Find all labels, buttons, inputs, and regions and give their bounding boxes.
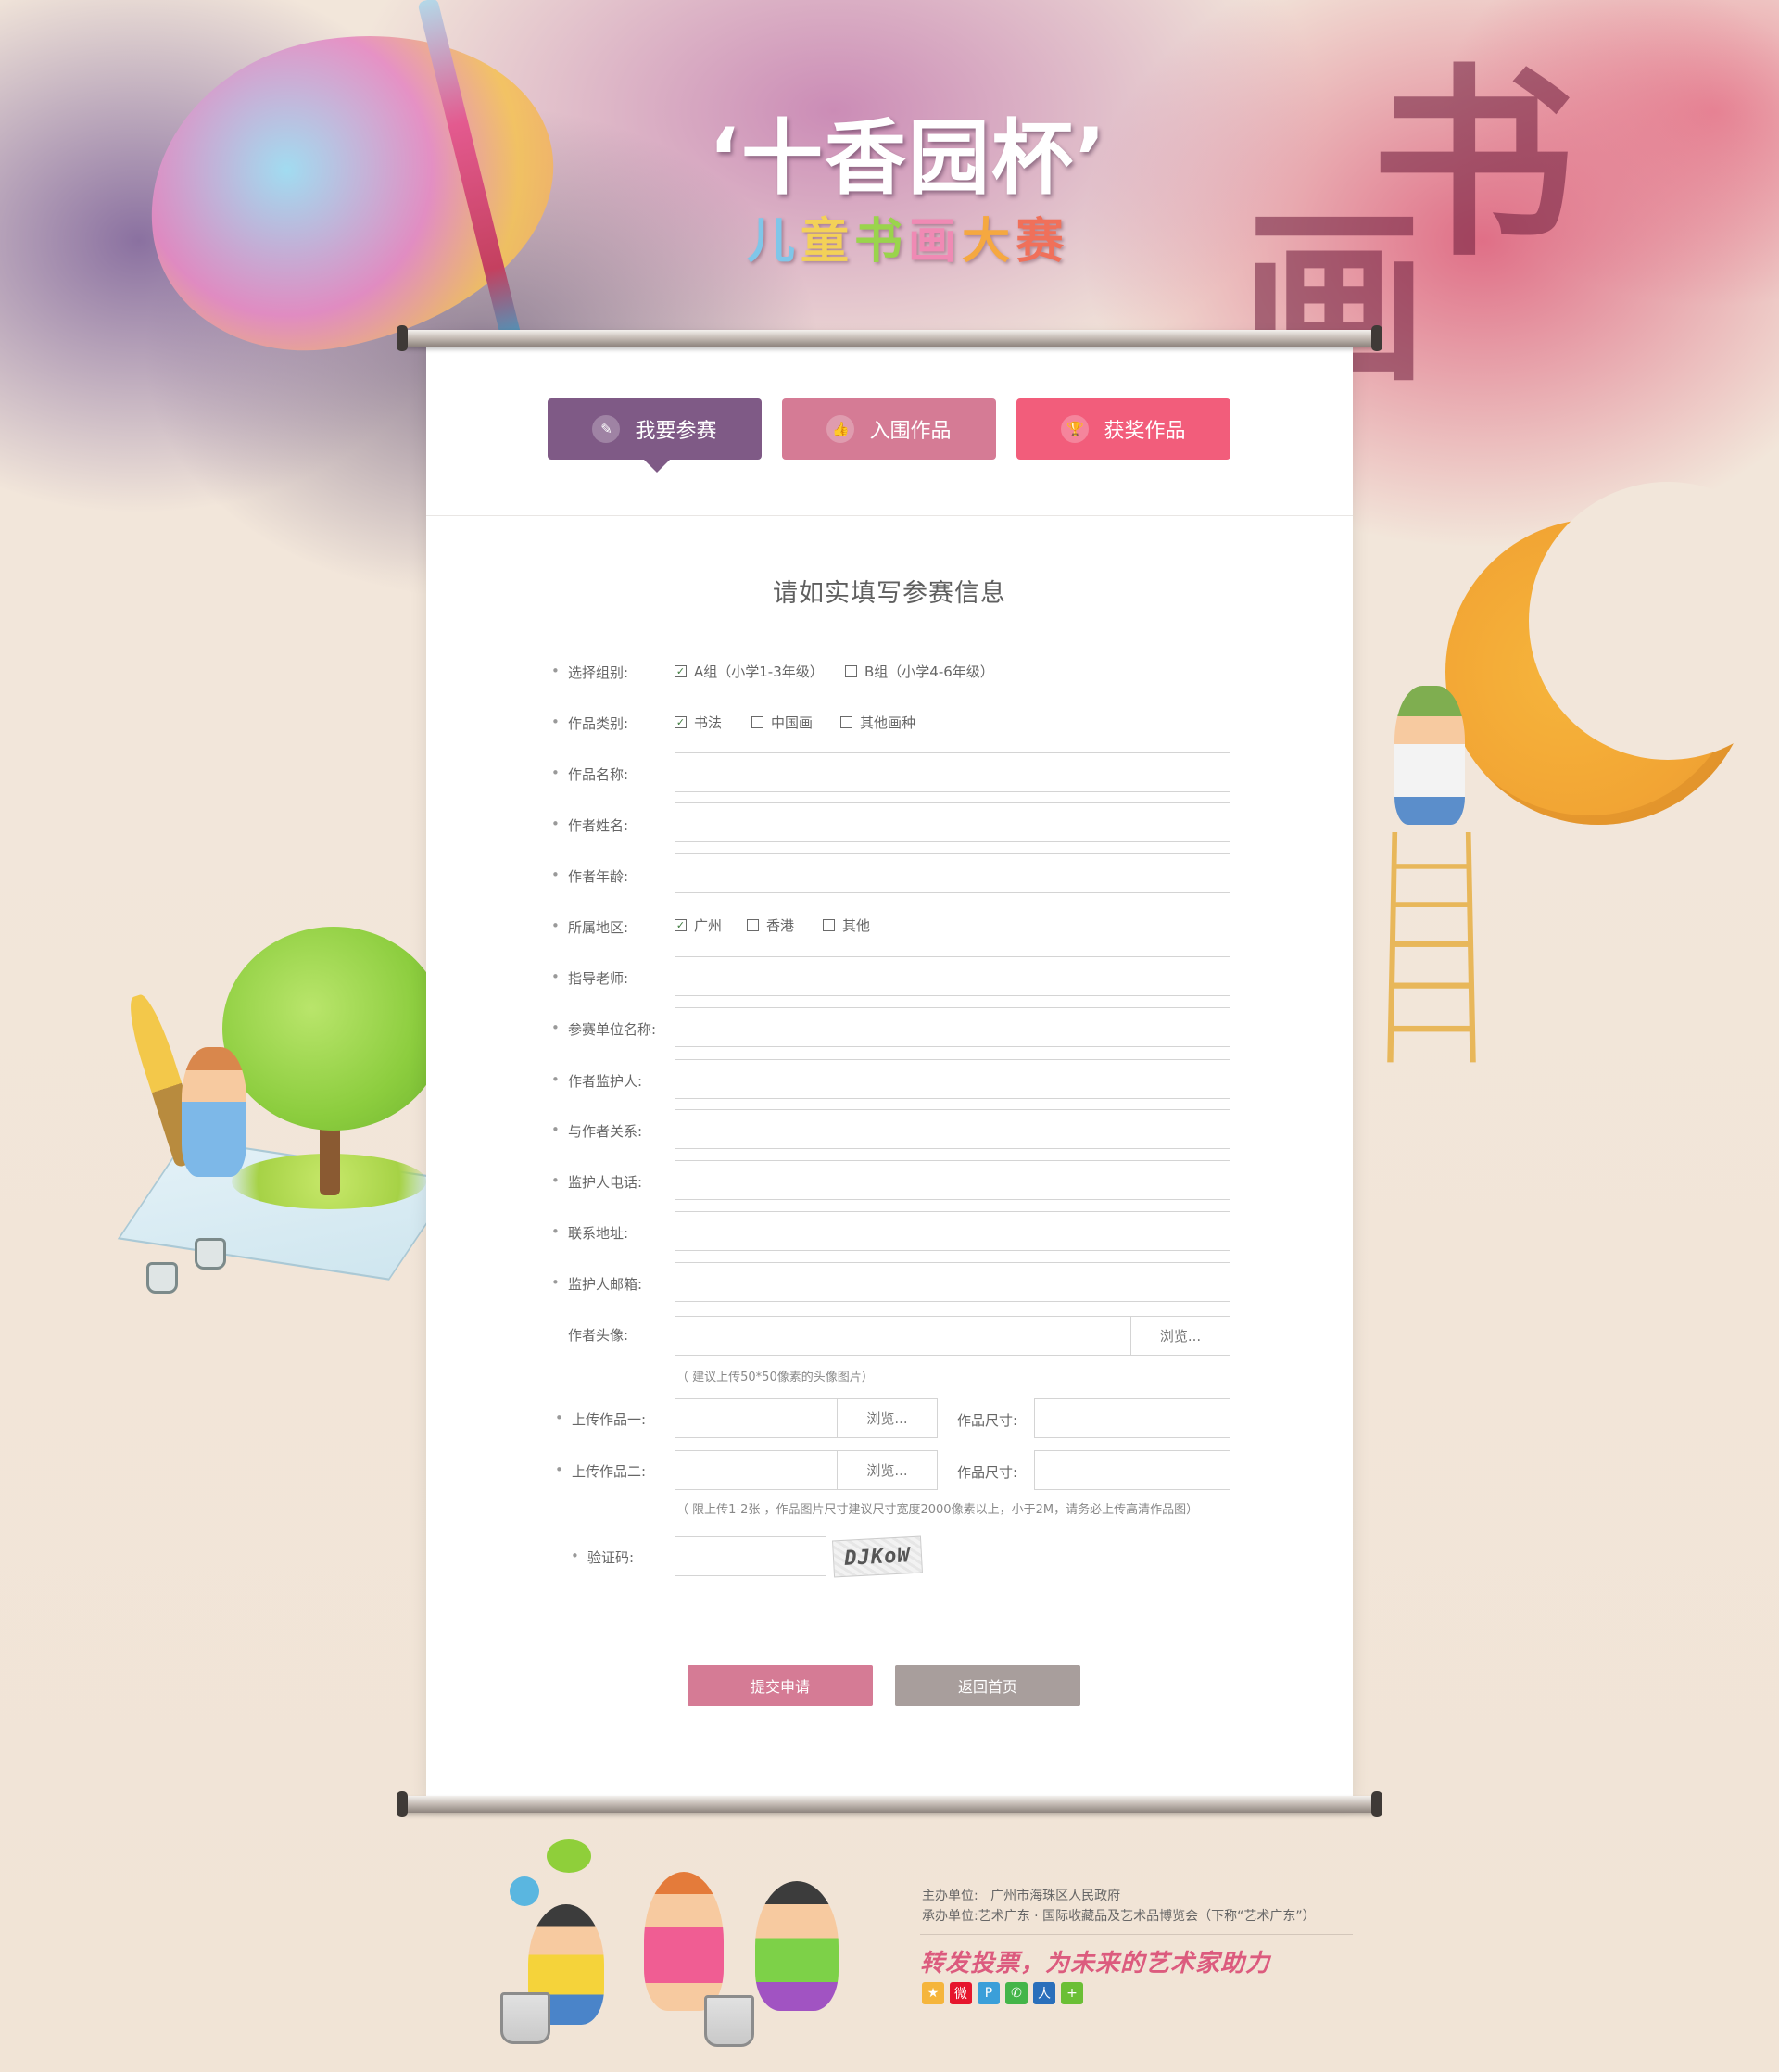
teacher-label: 指导老师:: [551, 968, 628, 988]
guardian-phone-input[interactable]: [675, 1160, 1230, 1200]
qzone-icon[interactable]: ★: [922, 1982, 944, 2004]
guardian-phone-label: 监护人电话:: [551, 1172, 642, 1192]
upload2-size-label: 作品尺寸:: [957, 1464, 1018, 1481]
child-painter-illustration: [1394, 686, 1465, 825]
work-name-input[interactable]: [675, 752, 1230, 792]
host-unit: 主办单位: 广州市海珠区人民政府: [922, 1889, 1121, 1903]
unit-label: 参赛单位名称:: [551, 1019, 656, 1039]
submit-button[interactable]: 提交申请: [688, 1665, 873, 1706]
category-option-calligraphy[interactable]: ✓ 书法: [675, 713, 722, 732]
thumbs-up-icon: 👍: [826, 415, 855, 443]
upload-hint: （ 限上传1-2张 ，作品图片尺寸建议尺寸宽度2000像素以上，小于2M，请务必…: [676, 1503, 1199, 1517]
avatar-label: 作者头像:: [568, 1327, 629, 1344]
relation-input[interactable]: [675, 1109, 1230, 1149]
wechat-icon[interactable]: ✆: [1005, 1982, 1028, 2004]
guardian-input[interactable]: [675, 1059, 1230, 1099]
brush-icon: ✎: [592, 415, 621, 443]
upload1-browse-button[interactable]: 浏览...: [837, 1398, 938, 1438]
author-name-label: 作者姓名:: [551, 815, 628, 835]
weibo-icon[interactable]: 微: [950, 1982, 972, 2004]
paint-can-illustration: [195, 1238, 226, 1270]
unit-input[interactable]: [675, 1007, 1230, 1047]
captcha-label: 验证码:: [571, 1548, 634, 1567]
share-icons: ★ 微 P ✆ 人 +: [922, 1982, 1083, 2004]
guardian-label: 作者监护人:: [551, 1071, 642, 1091]
more-share-icon[interactable]: +: [1061, 1982, 1083, 2004]
avatar-hint: （ 建议上传50*50像素的头像图片）: [676, 1371, 874, 1384]
ladder-illustration: [1387, 832, 1476, 1063]
upload1-size-label: 作品尺寸:: [957, 1412, 1018, 1429]
back-home-button[interactable]: 返回首页: [895, 1665, 1080, 1706]
category-option-chinese-painting[interactable]: 中国画: [751, 713, 813, 732]
guardian-email-input[interactable]: [675, 1262, 1230, 1302]
group-label: 选择组别:: [551, 663, 628, 682]
address-label: 联系地址:: [551, 1223, 628, 1243]
upload1-size-input[interactable]: [1034, 1398, 1230, 1438]
tab-shortlisted-works[interactable]: 👍 入围作品: [782, 398, 996, 460]
active-tab-pointer: [644, 460, 670, 473]
upload2-label: 上传作品二:: [555, 1461, 646, 1481]
guardian-email-label: 监护人邮箱:: [551, 1274, 642, 1294]
trophy-icon: 🏆: [1061, 415, 1090, 443]
group-option-a[interactable]: ✓ A组（小学1-3年级）: [675, 662, 824, 681]
upload1-file-path[interactable]: [675, 1398, 838, 1438]
divider: [426, 515, 1353, 516]
upload2-size-input[interactable]: [1034, 1450, 1230, 1490]
group-option-b[interactable]: B组（小学4-6年级）: [845, 662, 994, 681]
author-name-input[interactable]: [675, 802, 1230, 842]
work-name-label: 作品名称:: [551, 764, 628, 784]
author-age-input[interactable]: [675, 853, 1230, 893]
upload2-file-path[interactable]: [675, 1450, 838, 1490]
event-title: ‘十香园杯’: [708, 110, 1108, 206]
teacher-input[interactable]: [675, 956, 1230, 996]
checkbox[interactable]: [823, 919, 835, 931]
tencent-weibo-icon[interactable]: P: [978, 1982, 1000, 2004]
paint-can-illustration: [146, 1262, 178, 1294]
share-slogan: 转发投票，为未来的艺术家助力: [920, 1950, 1271, 1977]
checkbox[interactable]: [751, 716, 763, 728]
checkbox-checked[interactable]: ✓: [675, 716, 687, 728]
relation-label: 与作者关系:: [551, 1121, 642, 1141]
tab-register[interactable]: ✎ 我要参赛: [548, 398, 762, 460]
category-label: 作品类别:: [551, 714, 628, 733]
address-input[interactable]: [675, 1211, 1230, 1251]
region-label: 所属地区:: [551, 917, 628, 937]
upload2-browse-button[interactable]: 浏览...: [837, 1450, 938, 1490]
upload1-label: 上传作品一:: [555, 1409, 646, 1429]
scroll-rod-bottom: [397, 1791, 1382, 1817]
renren-icon[interactable]: 人: [1033, 1982, 1055, 2004]
checkbox[interactable]: [840, 716, 852, 728]
avatar-browse-button[interactable]: 浏览...: [1130, 1316, 1230, 1356]
checkbox-checked[interactable]: ✓: [675, 919, 687, 931]
region-option-guangzhou[interactable]: ✓ 广州: [675, 916, 722, 935]
captcha-image[interactable]: DJKoW: [832, 1535, 923, 1578]
region-option-other[interactable]: 其他: [823, 916, 870, 935]
avatar-file-path[interactable]: [675, 1316, 1131, 1356]
event-subtitle: 儿童书画大赛: [746, 214, 1070, 270]
organizer-unit: 承办单位:艺术广东 · 国际收藏品及艺术品博览会（下称“艺术广东”）: [922, 1909, 1316, 1924]
tab-winning-works[interactable]: 🏆 获奖作品: [1016, 398, 1230, 460]
category-option-other[interactable]: 其他画种: [840, 713, 915, 732]
form-title: 请如实填写参赛信息: [773, 579, 1006, 608]
children-painting-illustration: [491, 1830, 880, 2053]
scroll-rod-top: [397, 325, 1382, 351]
region-option-hongkong[interactable]: 香港: [747, 916, 794, 935]
checkbox-checked[interactable]: ✓: [675, 665, 687, 677]
checkbox[interactable]: [747, 919, 759, 931]
checkbox[interactable]: [845, 665, 857, 677]
tree-illustration: [222, 927, 445, 1131]
footer-divider: [920, 1934, 1353, 1935]
captcha-input[interactable]: [675, 1536, 826, 1576]
child-with-brush-illustration: [182, 1047, 246, 1177]
author-age-label: 作者年龄:: [551, 866, 628, 886]
